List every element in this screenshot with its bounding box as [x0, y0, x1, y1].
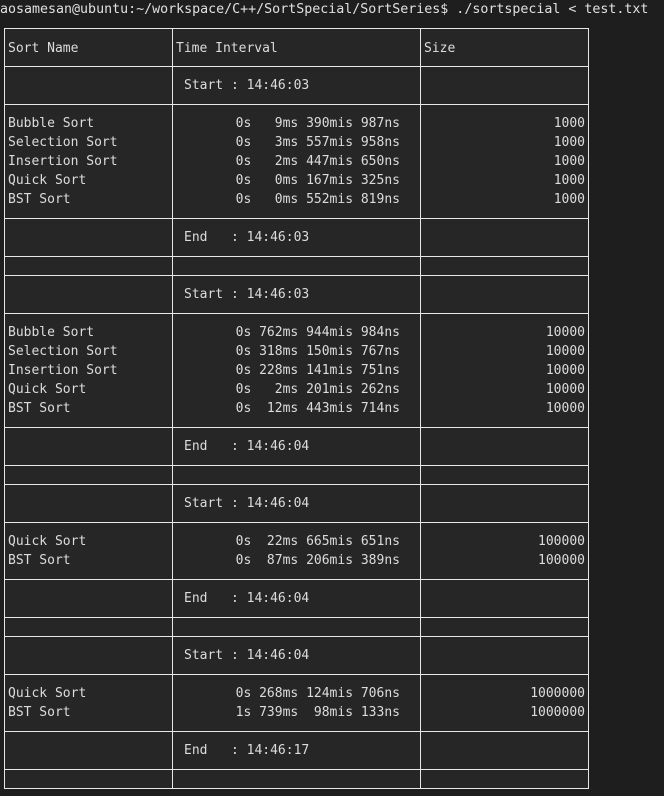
time-interval-cell: 0s 228ms 141mis 751ns — [235, 363, 400, 378]
group-start-time: Start : 14:46:03 — [184, 287, 310, 302]
group-start-time: Start : 14:46:04 — [184, 496, 310, 511]
size-cell: 1000 — [553, 173, 585, 188]
row-divider — [5, 674, 588, 675]
sort-name-cell: Quick Sort — [8, 686, 87, 701]
header-size: Size — [424, 41, 456, 56]
sort-results-table: Sort Name Time Interval Size Start : 14:… — [4, 28, 589, 789]
row-divider — [5, 427, 588, 428]
sort-name-cell: BST Sort — [8, 192, 71, 207]
group-start-time: Start : 14:46:03 — [184, 78, 310, 93]
row-divider — [5, 579, 588, 580]
sort-name-cell: Bubble Sort — [8, 116, 95, 131]
group-end-time: End : 14:46:04 — [184, 439, 310, 454]
group-end-time: End : 14:46:04 — [184, 591, 310, 606]
sort-name-cell: BST Sort — [8, 553, 71, 568]
sort-name-cell: Insertion Sort — [8, 363, 118, 378]
size-cell: 10000 — [545, 382, 585, 397]
row-divider — [5, 769, 588, 770]
sort-name-cell: Bubble Sort — [8, 325, 95, 340]
size-cell: 10000 — [545, 363, 585, 378]
size-cell: 1000 — [553, 135, 585, 150]
size-cell: 1000 — [553, 192, 585, 207]
size-cell: 10000 — [545, 325, 585, 340]
time-interval-cell: 0s 318ms 150mis 767ns — [235, 344, 400, 359]
size-cell: 1000000 — [530, 686, 585, 701]
row-divider — [5, 522, 588, 523]
row-divider — [5, 104, 588, 105]
size-cell: 1000 — [553, 116, 585, 131]
time-interval-cell: 0s 2ms 201mis 262ns — [235, 382, 400, 397]
row-divider — [5, 617, 588, 618]
time-interval-cell: 0s 22ms 665mis 651ns — [235, 534, 400, 549]
sort-name-cell: BST Sort — [8, 401, 71, 416]
sort-name-cell: Quick Sort — [8, 534, 87, 549]
time-interval-cell: 0s 3ms 557mis 958ns — [235, 135, 400, 150]
row-divider — [5, 465, 588, 466]
time-interval-cell: 0s 2ms 447mis 650ns — [235, 154, 400, 169]
row-divider — [5, 484, 588, 485]
terminal-prompt: aosamesan@ubuntu:~/workspace/C++/SortSpe… — [0, 2, 649, 17]
time-interval-cell: 1s 739ms 98mis 133ns — [235, 705, 400, 720]
row-divider — [5, 256, 588, 257]
time-interval-cell: 0s 9ms 390mis 987ns — [235, 116, 400, 131]
time-interval-cell: 0s 87ms 206mis 389ns — [235, 553, 400, 568]
row-divider — [5, 275, 588, 276]
row-divider — [5, 731, 588, 732]
group-end-time: End : 14:46:17 — [184, 743, 310, 758]
sort-name-cell: Insertion Sort — [8, 154, 118, 169]
sort-name-cell: Selection Sort — [8, 344, 118, 359]
time-interval-cell: 0s 12ms 443mis 714ns — [235, 401, 400, 416]
sort-name-cell: Quick Sort — [8, 382, 87, 397]
group-end-time: End : 14:46:03 — [184, 230, 310, 245]
size-cell: 10000 — [545, 344, 585, 359]
sort-name-cell: Selection Sort — [8, 135, 118, 150]
time-interval-cell: 0s 0ms 552mis 819ns — [235, 192, 400, 207]
header-time-interval: Time Interval — [176, 41, 278, 56]
row-divider — [5, 218, 588, 219]
size-cell: 1000000 — [530, 705, 585, 720]
header-sort-name: Sort Name — [8, 41, 79, 56]
time-interval-cell: 0s 762ms 944mis 984ns — [235, 325, 400, 340]
size-cell: 100000 — [538, 534, 585, 549]
time-interval-cell: 0s 268ms 124mis 706ns — [235, 686, 400, 701]
sort-name-cell: Quick Sort — [8, 173, 87, 188]
time-interval-cell: 0s 0ms 167mis 325ns — [235, 173, 400, 188]
row-divider — [5, 313, 588, 314]
size-cell: 10000 — [545, 401, 585, 416]
row-divider — [5, 66, 588, 67]
size-cell: 1000 — [553, 154, 585, 169]
sort-name-cell: BST Sort — [8, 705, 71, 720]
group-start-time: Start : 14:46:04 — [184, 648, 310, 663]
size-cell: 100000 — [538, 553, 585, 568]
row-divider — [5, 636, 588, 637]
